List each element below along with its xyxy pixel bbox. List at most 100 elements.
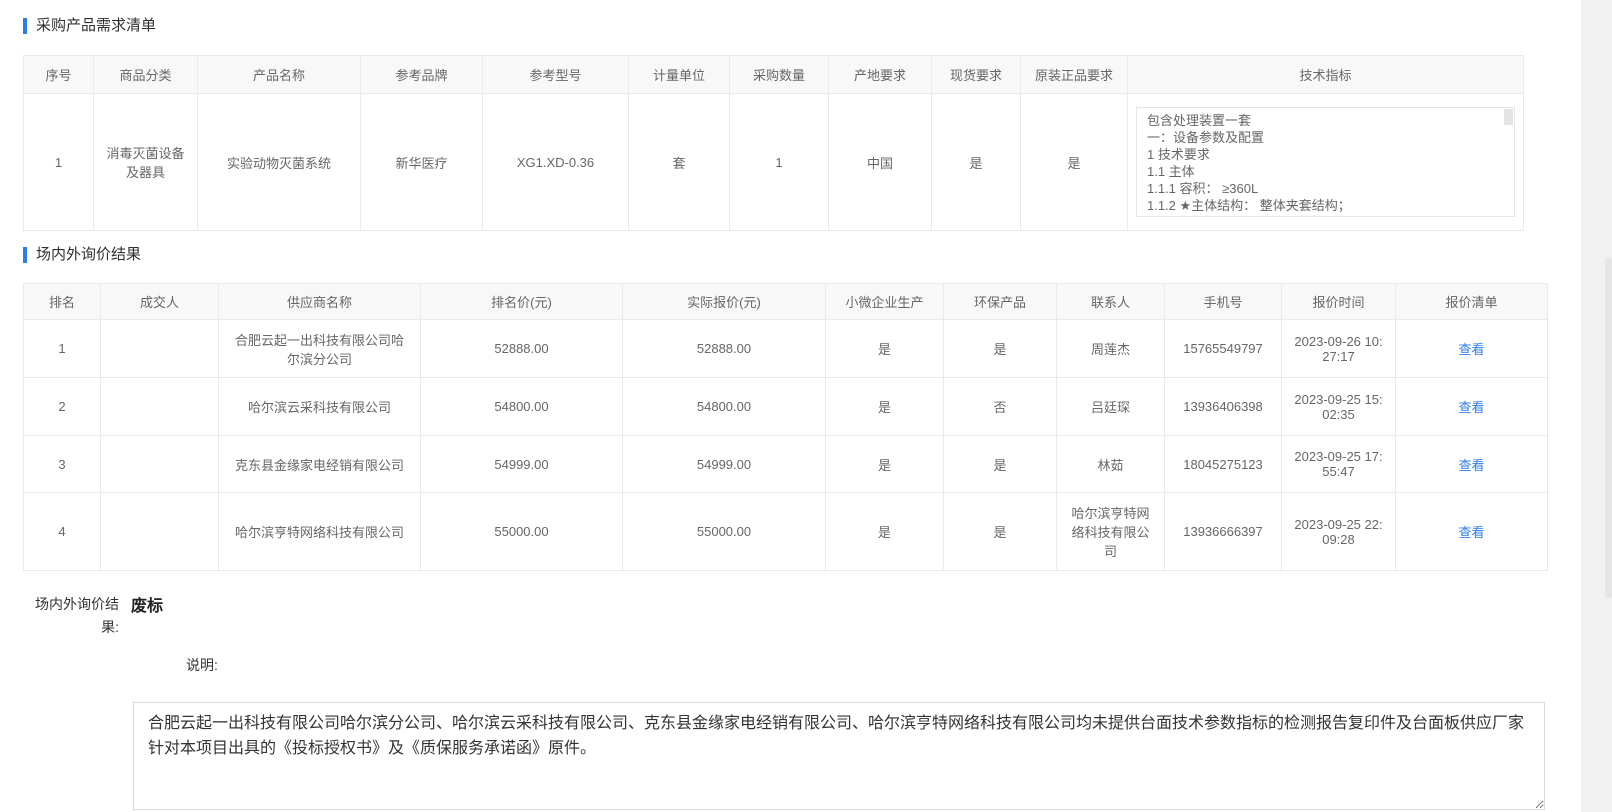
- cell-small-enterprise: 是: [826, 436, 944, 493]
- view-quote-link[interactable]: 查看: [1458, 400, 1484, 415]
- scrollbar-thumb[interactable]: [1504, 109, 1513, 125]
- cell-small-enterprise: 是: [826, 320, 944, 378]
- cell-phone: 13936406398: [1165, 378, 1282, 436]
- column-header-small-enterprise: 小微企业生产: [826, 284, 944, 320]
- cell-quote-time: 2023-09-25 17:55:47: [1282, 436, 1396, 493]
- demand-table: 序号 商品分类 产品名称 参考品牌 参考型号 计量单位 采购数量 产地要求 现货…: [23, 55, 1524, 231]
- cell-phone: 13936666397: [1165, 493, 1282, 571]
- cell-small-enterprise: 是: [826, 493, 944, 571]
- view-quote-link[interactable]: 查看: [1458, 342, 1484, 357]
- section-title-text: 采购产品需求清单: [36, 17, 156, 34]
- section-title-quote-results: 场内外询价结果: [23, 246, 141, 263]
- inquiry-result-label: 场内外询价结果:: [33, 593, 119, 639]
- quote-table-row: 4 哈尔滨亨特网络科技有限公司 55000.00 55000.00 是 是 哈尔…: [24, 493, 1548, 571]
- cell-quote-time: 2023-09-25 15:02:35: [1282, 378, 1396, 436]
- column-header-seq: 序号: [24, 56, 94, 94]
- cell-phone: 18045275123: [1165, 436, 1282, 493]
- accent-bar-icon: [23, 18, 27, 34]
- cell-quote-time: 2023-09-25 22:09:28: [1282, 493, 1396, 571]
- cell-eco-product: 是: [944, 320, 1057, 378]
- tech-spec-line: 1.1.2 ★主体结构： 整体夹套结构；: [1147, 197, 1504, 214]
- column-header-quote-list: 报价清单: [1396, 284, 1548, 320]
- section-title-demand-list: 采购产品需求清单: [23, 17, 156, 34]
- view-quote-link[interactable]: 查看: [1458, 525, 1484, 540]
- cell-rank: 1: [24, 320, 101, 378]
- cell-in-stock: 是: [932, 94, 1021, 231]
- column-header-eco-product: 环保产品: [944, 284, 1057, 320]
- tech-spec-line: 1.1 主体: [1147, 163, 1504, 180]
- cell-winner: [101, 378, 219, 436]
- cell-actual-price: 54800.00: [623, 378, 826, 436]
- column-header-model: 参考型号: [483, 56, 629, 94]
- column-header-in-stock: 现货要求: [932, 56, 1021, 94]
- cell-rank-price: 55000.00: [421, 493, 623, 571]
- cell-supplier: 克东县金缘家电经销有限公司: [219, 436, 421, 493]
- tech-spec-line: 一：设备参数及配置: [1147, 129, 1504, 146]
- tech-spec-line: 1.1.1 容积： ≥360L: [1147, 180, 1504, 197]
- cell-supplier: 哈尔滨亨特网络科技有限公司: [219, 493, 421, 571]
- quote-result-table: 排名 成交人 供应商名称 排名价(元) 实际报价(元) 小微企业生产 环保产品 …: [23, 283, 1548, 571]
- cell-origin: 中国: [829, 94, 932, 231]
- cell-eco-product: 是: [944, 436, 1057, 493]
- cell-rank: 4: [24, 493, 101, 571]
- cell-contact: 林茹: [1057, 436, 1165, 493]
- tech-spec-scrollbox[interactable]: 包含处理装置一套 一：设备参数及配置 1 技术要求 1.1 主体 1.1.1 容…: [1136, 107, 1515, 217]
- cell-model: XG1.XD-0.36: [483, 94, 629, 231]
- column-header-brand: 参考品牌: [361, 56, 483, 94]
- column-header-genuine: 原装正品要求: [1021, 56, 1128, 94]
- cell-quote-list: 查看: [1396, 378, 1548, 436]
- cell-rank-price: 54999.00: [421, 436, 623, 493]
- cell-brand: 新华医疗: [361, 94, 483, 231]
- quote-table-header-row: 排名 成交人 供应商名称 排名价(元) 实际报价(元) 小微企业生产 环保产品 …: [24, 284, 1548, 320]
- cell-tech-spec: 包含处理装置一套 一：设备参数及配置 1 技术要求 1.1 主体 1.1.1 容…: [1128, 94, 1524, 231]
- tech-spec-line: 1.1.3 ★焊接工艺： 等离子焊接: [1147, 214, 1504, 217]
- cell-rank: 3: [24, 436, 101, 493]
- column-header-tech-spec: 技术指标: [1128, 56, 1524, 94]
- cell-actual-price: 52888.00: [623, 320, 826, 378]
- quote-table-row: 1 合肥云起一出科技有限公司哈尔滨分公司 52888.00 52888.00 是…: [24, 320, 1548, 378]
- cell-actual-price: 54999.00: [623, 436, 826, 493]
- column-header-quote-time: 报价时间: [1282, 284, 1396, 320]
- column-header-quantity: 采购数量: [730, 56, 829, 94]
- cell-genuine: 是: [1021, 94, 1128, 231]
- section-title-text: 场内外询价结果: [36, 246, 141, 263]
- column-header-contact: 联系人: [1057, 284, 1165, 320]
- cell-small-enterprise: 是: [826, 378, 944, 436]
- cell-unit: 套: [629, 94, 730, 231]
- quote-table-row: 3 克东县金缘家电经销有限公司 54999.00 54999.00 是 是 林茹…: [24, 436, 1548, 493]
- view-quote-link[interactable]: 查看: [1458, 458, 1484, 473]
- column-header-product-name: 产品名称: [198, 56, 361, 94]
- cell-quote-list: 查看: [1396, 320, 1548, 378]
- cell-rank-price: 52888.00: [421, 320, 623, 378]
- column-header-unit: 计量单位: [629, 56, 730, 94]
- inquiry-result-value: 废标: [131, 592, 163, 616]
- cell-quote-time: 2023-09-26 10:27:17: [1282, 320, 1396, 378]
- cell-contact: 周莲杰: [1057, 320, 1165, 378]
- note-textarea[interactable]: 合肥云起一出科技有限公司哈尔滨分公司、哈尔滨云采科技有限公司、克东县金缘家电经销…: [133, 702, 1545, 810]
- cell-quantity: 1: [730, 94, 829, 231]
- cell-quote-list: 查看: [1396, 436, 1548, 493]
- cell-actual-price: 55000.00: [623, 493, 826, 571]
- cell-winner: [101, 320, 219, 378]
- tech-spec-line: 包含处理装置一套: [1147, 112, 1504, 129]
- demand-table-row: 1 消毒灭菌设备及器具 实验动物灭菌系统 新华医疗 XG1.XD-0.36 套 …: [24, 94, 1524, 231]
- cell-product-name: 实验动物灭菌系统: [198, 94, 361, 231]
- column-header-origin: 产地要求: [829, 56, 932, 94]
- column-header-rank: 排名: [24, 284, 101, 320]
- accent-bar-icon: [23, 247, 27, 263]
- cell-seq: 1: [24, 94, 94, 231]
- column-header-rank-price: 排名价(元): [421, 284, 623, 320]
- cell-winner: [101, 436, 219, 493]
- cell-phone: 15765549797: [1165, 320, 1282, 378]
- column-header-winner: 成交人: [101, 284, 219, 320]
- cell-contact: 吕廷琛: [1057, 378, 1165, 436]
- cell-contact: 哈尔滨亨特网络科技有限公司: [1057, 493, 1165, 571]
- cell-supplier: 哈尔滨云采科技有限公司: [219, 378, 421, 436]
- cell-supplier: 合肥云起一出科技有限公司哈尔滨分公司: [219, 320, 421, 378]
- cell-rank-price: 54800.00: [421, 378, 623, 436]
- column-header-phone: 手机号: [1165, 284, 1282, 320]
- page-scrollbar[interactable]: [1605, 258, 1612, 598]
- cell-eco-product: 是: [944, 493, 1057, 571]
- cell-eco-product: 否: [944, 378, 1057, 436]
- quote-table-row: 2 哈尔滨云采科技有限公司 54800.00 54800.00 是 否 吕廷琛 …: [24, 378, 1548, 436]
